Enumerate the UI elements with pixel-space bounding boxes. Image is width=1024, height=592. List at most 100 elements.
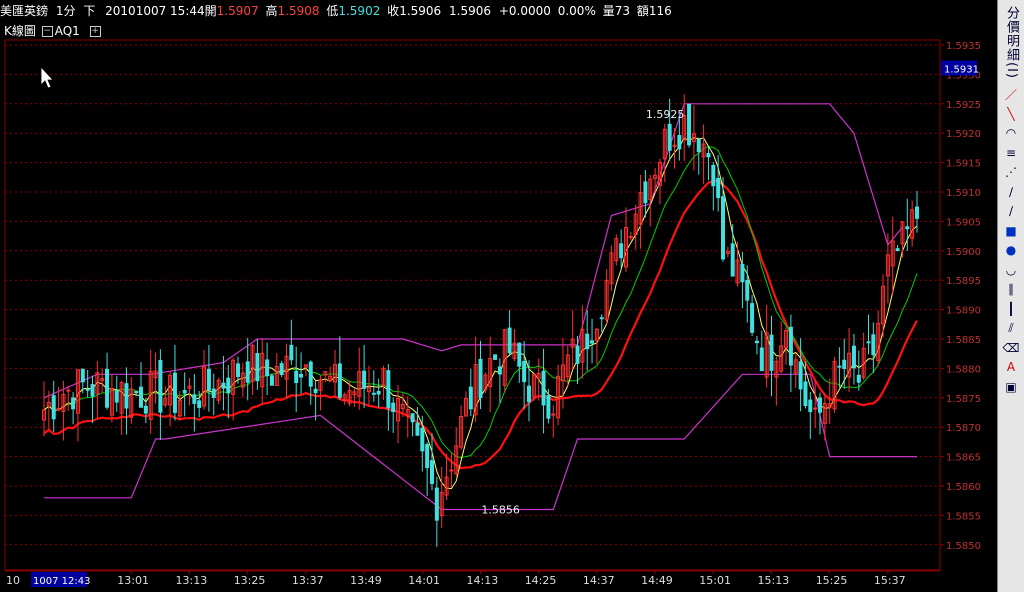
candle-body [599, 317, 604, 320]
candle-body [337, 363, 342, 398]
annotations: 1.5925 1.5856 [481, 108, 684, 517]
speed-line-icon[interactable]: ⋰ [1002, 164, 1020, 180]
ma-yellow-line [43, 137, 918, 490]
candle-body [226, 377, 231, 394]
candle-body [425, 444, 430, 469]
candle-body [813, 407, 818, 410]
parallel-line-icon[interactable]: ∥ [1002, 281, 1020, 297]
y-tick-label: 1.5870 [946, 423, 981, 434]
candle-body [677, 135, 682, 150]
candle-body [575, 345, 580, 364]
candle-body [90, 384, 95, 397]
y-tick-label: 1.5910 [946, 188, 981, 199]
candle-body [420, 428, 425, 452]
y-tick-label: 1.5925 [946, 100, 981, 111]
candle-body [551, 413, 556, 416]
candle-body [255, 352, 260, 382]
x-tick-label: 15:01 [699, 574, 731, 587]
candle-body [386, 370, 391, 409]
candle-body [376, 390, 381, 395]
candle-body [905, 226, 910, 230]
candle-body [371, 392, 376, 395]
candle-body [696, 138, 701, 153]
x-tick-label: 14:13 [467, 574, 499, 587]
candle-body [895, 248, 900, 252]
y-tick-label: 1.5885 [946, 335, 981, 346]
candle-body [808, 399, 813, 413]
y-tick-label: 1.5905 [946, 217, 981, 228]
text-icon[interactable]: A [1002, 359, 1020, 375]
candle-body [71, 397, 76, 410]
candle-body [740, 263, 745, 283]
ray-tool-icon[interactable]: ╲ [1002, 106, 1020, 122]
rectangle-icon[interactable]: ■ [1002, 223, 1020, 239]
y-tick-label: 1.5860 [946, 482, 981, 493]
candle-body [192, 394, 197, 404]
candle-body [866, 341, 871, 344]
y-tick-label: 1.5915 [946, 159, 981, 170]
candle-body [289, 344, 294, 361]
candle-body [643, 181, 648, 204]
fib-arc-icon[interactable]: ◡ [1002, 262, 1020, 278]
candle-body [206, 368, 211, 391]
ma-thick-line [43, 179, 918, 470]
eraser-icon[interactable]: ⌫ [1002, 340, 1020, 356]
candle-body [522, 360, 527, 383]
candle-body [590, 340, 595, 344]
price-annotation: 1.5925 [646, 108, 685, 121]
mouse-cursor-icon [40, 65, 54, 89]
plot-frame [4, 39, 941, 571]
candle-body [851, 345, 856, 369]
candle-body [667, 123, 672, 151]
time-axis: 10 1007 12:43 13:01 13:13 13:25 13:37 13:49 14:… [5, 570, 940, 587]
candle-body [750, 303, 755, 333]
candle-body [139, 386, 143, 408]
candle-body [114, 390, 119, 403]
tick-detail-title[interactable]: 分價明細(I) [1003, 6, 1021, 79]
current-time-label: 1007 12:43 [33, 576, 90, 587]
x-tick-label: 14:25 [525, 574, 557, 587]
candle-body [265, 359, 270, 377]
candle-body [759, 347, 764, 372]
candle-body [172, 372, 177, 413]
y-tick-label: 1.5855 [946, 511, 981, 522]
drawing-toolbar: 分價明細(I) ／ ╲ ◠ ≡ ⋰ ∕ ∕ ■ ● ◡ ∥ ┃ ⫽ ⌫ A ▣ [997, 0, 1024, 592]
channel-icon[interactable]: ⫽ [1002, 320, 1020, 336]
candle-body [687, 103, 692, 146]
fan-line2-icon[interactable]: ∕ [1002, 203, 1020, 219]
candle-body [313, 388, 318, 394]
ellipse-icon[interactable]: ● [1002, 242, 1020, 258]
candle-body [915, 206, 919, 219]
cycle-line-icon[interactable]: ┃ [1002, 301, 1020, 317]
candle-body [85, 388, 90, 391]
price-chart[interactable]: 1.59351.59301.59251.59201.59151.59101.59… [0, 0, 995, 592]
candle-body [497, 366, 502, 375]
candle-body [721, 196, 725, 260]
y-tick-label: 1.5875 [946, 394, 981, 405]
upper-envelope [43, 103, 903, 399]
x-tick-label: 13:13 [176, 574, 208, 587]
candle-body [745, 279, 750, 301]
candle-body [134, 391, 139, 394]
candle-body [706, 153, 711, 158]
candle-body [716, 177, 721, 199]
candle-body [856, 374, 861, 383]
line-tool-icon[interactable]: ／ [1002, 86, 1020, 102]
candle-body [449, 469, 454, 472]
candle-body [269, 375, 274, 386]
candle-body [754, 340, 759, 344]
candle-body [430, 460, 434, 484]
multi-line-icon[interactable]: ≡ [1002, 145, 1020, 161]
fan-arc-icon[interactable]: ◠ [1002, 125, 1020, 141]
candle-body [818, 397, 822, 413]
candle-body [391, 402, 396, 413]
y-tick-label: 1.5920 [946, 129, 981, 140]
x-tick-label: 14:37 [583, 574, 615, 587]
candle-body [517, 342, 522, 367]
candle-body [585, 333, 590, 350]
x-tick-label: 14:49 [641, 574, 673, 587]
fan-line-icon[interactable]: ∕ [1002, 184, 1020, 200]
clear-icon[interactable]: ▣ [1002, 379, 1020, 395]
candle-body [730, 243, 735, 277]
candle-body [546, 395, 551, 419]
